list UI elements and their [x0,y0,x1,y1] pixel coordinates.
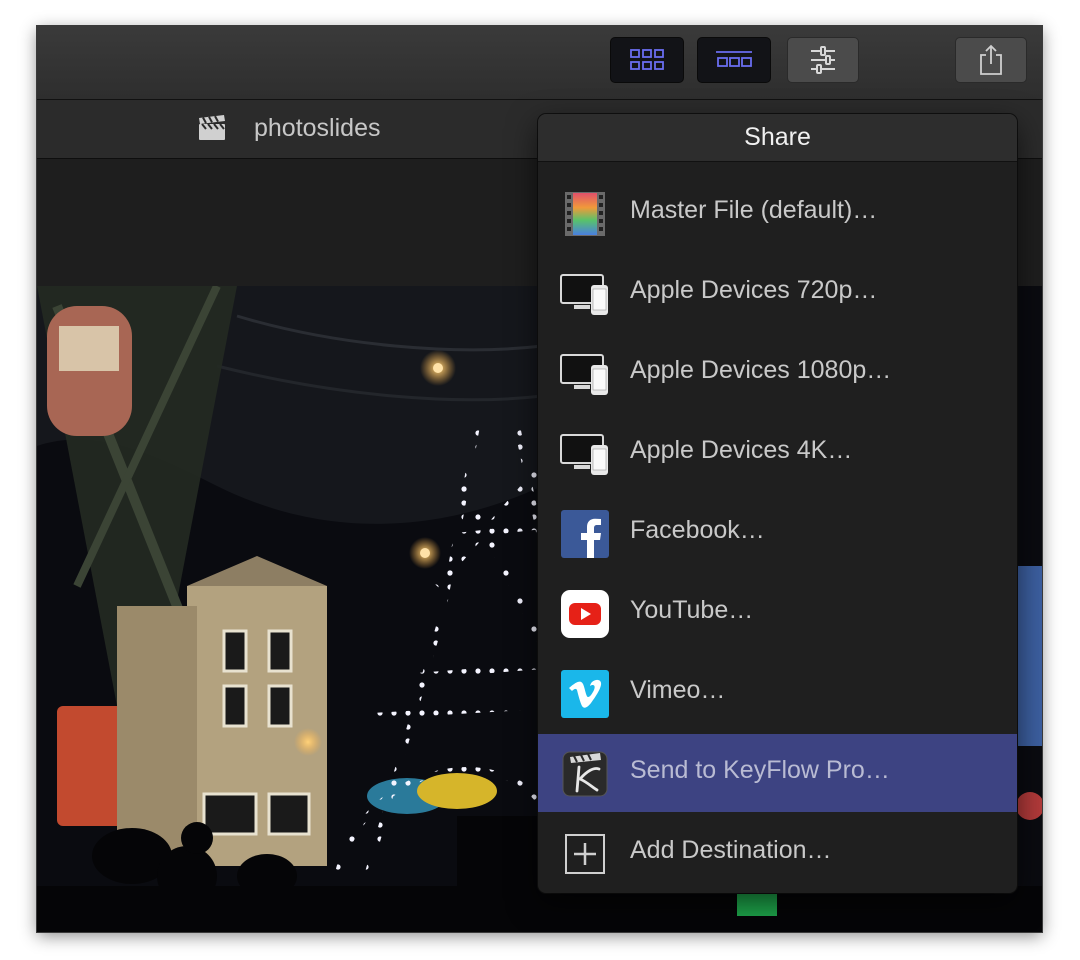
vimeo-icon [561,670,609,718]
clapperboard-icon [199,115,225,140]
menu-item-label: Send to KeyFlow Pro… [630,756,890,784]
add-icon [565,834,605,874]
keyflow-icon [562,751,608,797]
menu-item-master-file[interactable]: Master File (default)… [538,174,1017,252]
menu-item-label: Apple Devices 720p… [630,276,878,304]
filmstrip-icon [716,51,752,67]
youtube-icon [561,590,609,638]
menu-item-label: Master File (default)… [630,196,878,224]
share-button[interactable] [955,37,1027,83]
menu-item-vimeo[interactable]: Vimeo… [538,654,1017,732]
toolbar [37,26,1042,100]
menu-item-facebook[interactable]: Facebook… [538,494,1017,572]
menu-item-label: Apple Devices 1080p… [630,356,892,384]
share-menu-title: Share [538,114,1017,162]
app-window: photoslides Share Master File (default)…… [37,26,1042,932]
menu-item-apple-devices-4k[interactable]: Apple Devices 4K… [538,414,1017,492]
menu-item-add-destination[interactable]: Add Destination… [538,814,1017,892]
menu-item-label: YouTube… [630,596,754,624]
facebook-icon [561,510,609,558]
menu-item-apple-devices-1080p[interactable]: Apple Devices 1080p… [538,334,1017,412]
menu-item-apple-devices-720p[interactable]: Apple Devices 720p… [538,254,1017,332]
master-file-icon [565,192,605,236]
menu-item-label: Vimeo… [630,676,726,704]
grid-view-button[interactable] [610,37,684,83]
apple-devices-icon [560,274,608,315]
menu-item-youtube[interactable]: YouTube… [538,574,1017,652]
apple-devices-icon [560,354,608,395]
filmstrip-view-button[interactable] [697,37,771,83]
apple-devices-icon [560,434,608,475]
adjustments-button[interactable] [787,37,859,83]
menu-item-label: Facebook… [630,516,765,544]
share-menu: Share Master File (default)… Apple Devic… [538,114,1017,893]
project-name[interactable]: photoslides [254,114,380,143]
share-icon [980,44,1002,75]
grid-icon [630,49,664,70]
sliders-icon [811,46,835,74]
menu-item-label: Add Destination… [630,836,832,864]
menu-item-send-to-keyflow-pro[interactable]: Send to KeyFlow Pro… [538,734,1017,812]
menu-item-label: Apple Devices 4K… [630,436,853,464]
